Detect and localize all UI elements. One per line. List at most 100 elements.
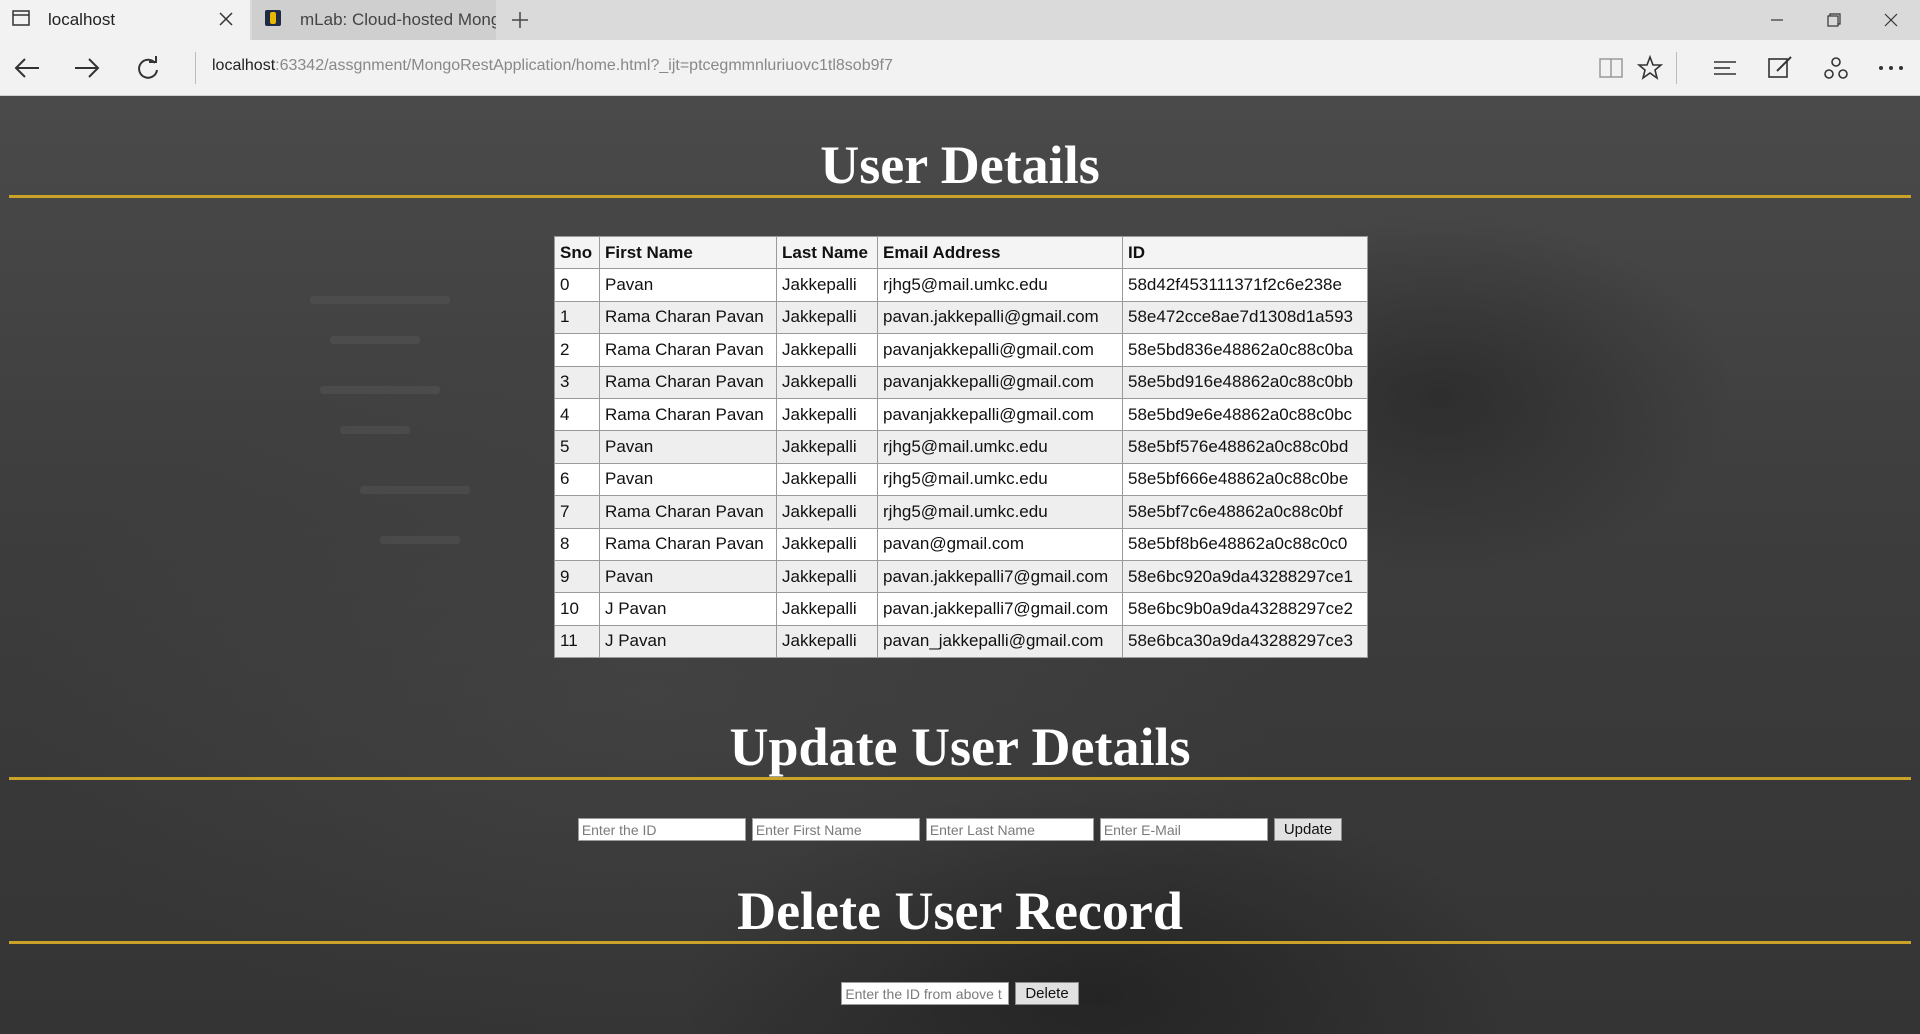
cell-id: 58d42f453111371f2c6e238e (1122, 268, 1368, 302)
favorite-star-icon[interactable] (1632, 50, 1668, 86)
cell-sno: 9 (554, 559, 600, 594)
cell-email: rjhg5@mail.umkc.edu (877, 268, 1123, 302)
cell-sno: 6 (554, 462, 600, 497)
page-icon (12, 9, 30, 31)
cell-email: pavanjakkepalli@gmail.com (877, 397, 1123, 432)
cell-email: pavanjakkepalli@gmail.com (877, 333, 1123, 367)
delete-id-input[interactable] (841, 982, 1010, 1005)
update-last-name-input[interactable] (925, 818, 1094, 841)
forward-arrow-icon[interactable] (69, 50, 105, 86)
update-id-input[interactable] (577, 818, 746, 841)
background-texture (310, 296, 450, 304)
cell-first-name: Rama Charan Pavan (599, 300, 777, 335)
delete-title-underline (9, 941, 1911, 944)
cell-id: 58e5bf666e48862a0c88c0be (1122, 462, 1368, 497)
cell-email: pavanjakkepalli@gmail.com (877, 365, 1123, 399)
table-row: 5 Pavan Jakkepalli rjhg5@mail.umkc.edu 58e5b… (554, 430, 1368, 464)
cell-last-name: Jakkepalli (776, 268, 878, 302)
cell-sno: 11 (554, 624, 600, 659)
new-tab-icon[interactable] (506, 6, 534, 34)
address-bar[interactable]: localhost:63342/assgnment/MongoRestAppli… (212, 57, 893, 75)
background-texture (340, 426, 410, 434)
update-first-name-input[interactable] (751, 818, 920, 841)
cell-email: rjhg5@mail.umkc.edu (877, 495, 1123, 529)
background-texture (380, 536, 460, 544)
url-separator (195, 52, 196, 84)
table-row: 11 J Pavan Jakkepalli pavan_jakkepalli@gmai… (554, 624, 1368, 659)
table-row: 7 Rama Charan Pavan Jakkepalli rjhg5@mail.u… (554, 495, 1368, 529)
table-row: 8 Rama Charan Pavan Jakkepalli pavan@gmail.… (554, 527, 1368, 561)
more-options-icon[interactable] (1873, 50, 1909, 86)
update-button[interactable]: Update (1273, 818, 1343, 841)
navigation-bar: localhost:63342/assgnment/MongoRestAppli… (0, 40, 1920, 96)
cell-last-name: Jakkepalli (776, 430, 878, 464)
cell-id: 58e5bf576e48862a0c88c0bd (1122, 430, 1368, 464)
cell-first-name: Rama Charan Pavan (599, 397, 777, 432)
table-header-row: Sno First Name Last Name Email Address I… (554, 235, 1368, 270)
cell-email: rjhg5@mail.umkc.edu (877, 430, 1123, 464)
cell-first-name: Pavan (599, 268, 777, 302)
cell-id: 58e5bd916e48862a0c88c0bb (1122, 365, 1368, 399)
table-row: 10 J Pavan Jakkepalli pavan.jakkepalli7@gma… (554, 592, 1368, 626)
table-row: 2 Rama Charan Pavan Jakkepalli pavanjakkepa… (554, 333, 1368, 367)
cell-email: pavan@gmail.com (877, 527, 1123, 561)
cell-sno: 3 (554, 365, 600, 399)
web-note-icon[interactable] (1762, 50, 1798, 86)
table-row: 0 Pavan Jakkepalli rjhg5@mail.umkc.edu 58d42… (554, 268, 1368, 302)
tab-title: mLab: Cloud-hosted Mongc (300, 10, 496, 29)
toolbar-separator (1676, 52, 1677, 84)
page-content: User Details Sno First Name Last Name Em… (0, 96, 1920, 1034)
table-row: 6 Pavan Jakkepalli rjhg5@mail.umkc.edu 58e5b… (554, 462, 1368, 497)
header-id: ID (1122, 235, 1368, 270)
delete-form: Delete (0, 982, 1920, 1005)
close-tab-icon[interactable] (216, 9, 236, 29)
cell-first-name: Rama Charan Pavan (599, 495, 777, 529)
cell-sno: 5 (554, 430, 600, 464)
url-path: :63342/assgnment/MongoRestApplication/ho… (275, 57, 893, 74)
share-icon[interactable] (1818, 50, 1854, 86)
refresh-icon[interactable] (130, 50, 166, 86)
cell-sno: 8 (554, 527, 600, 561)
mlab-favicon-icon (264, 9, 282, 32)
cell-email: pavan_jakkepalli@gmail.com (877, 624, 1123, 659)
cell-email: pavan.jakkepalli@gmail.com (877, 300, 1123, 335)
hub-icon[interactable] (1707, 50, 1743, 86)
cell-sno: 4 (554, 397, 600, 432)
delete-user-record-title: Delete User Record (737, 881, 1183, 941)
table-row: 3 Rama Charan Pavan Jakkepalli pavanjakkepa… (554, 365, 1368, 399)
delete-button[interactable]: Delete (1015, 982, 1079, 1005)
cell-last-name: Jakkepalli (776, 495, 878, 529)
cell-last-name: Jakkepalli (776, 462, 878, 497)
cell-first-name: Rama Charan Pavan (599, 365, 777, 399)
cell-sno: 0 (554, 268, 600, 302)
cell-first-name: J Pavan (599, 624, 777, 659)
update-form: Update (0, 818, 1920, 841)
cell-last-name: Jakkepalli (776, 559, 878, 594)
cell-email: rjhg5@mail.umkc.edu (877, 462, 1123, 497)
title-underline (9, 195, 1911, 198)
cell-sno: 2 (554, 333, 600, 367)
tab-localhost[interactable]: localhost (0, 0, 250, 40)
minimize-icon[interactable] (1757, 6, 1797, 34)
cell-sno: 7 (554, 495, 600, 529)
cell-last-name: Jakkepalli (776, 333, 878, 367)
reading-view-icon[interactable] (1593, 50, 1629, 86)
update-title-underline (9, 777, 1911, 780)
header-first-name: First Name (599, 235, 777, 270)
update-email-input[interactable] (1099, 818, 1268, 841)
table-row: 9 Pavan Jakkepalli pavan.jakkepalli7@gmail.… (554, 559, 1368, 594)
cell-last-name: Jakkepalli (776, 592, 878, 626)
cell-first-name: Pavan (599, 462, 777, 497)
user-details-title: User Details (820, 135, 1100, 195)
cell-first-name: Rama Charan Pavan (599, 527, 777, 561)
header-sno: Sno (554, 235, 600, 270)
cell-first-name: Pavan (599, 430, 777, 464)
cell-last-name: Jakkepalli (776, 624, 878, 659)
back-arrow-icon[interactable] (9, 50, 45, 86)
cell-first-name: Rama Charan Pavan (599, 333, 777, 367)
cell-email: pavan.jakkepalli7@gmail.com (877, 592, 1123, 626)
restore-icon[interactable] (1814, 6, 1854, 34)
table-row: 4 Rama Charan Pavan Jakkepalli pavanjakkepa… (554, 397, 1368, 432)
close-window-icon[interactable] (1871, 6, 1911, 34)
tab-mlab[interactable]: mLab: Cloud-hosted Mongc (252, 0, 496, 40)
